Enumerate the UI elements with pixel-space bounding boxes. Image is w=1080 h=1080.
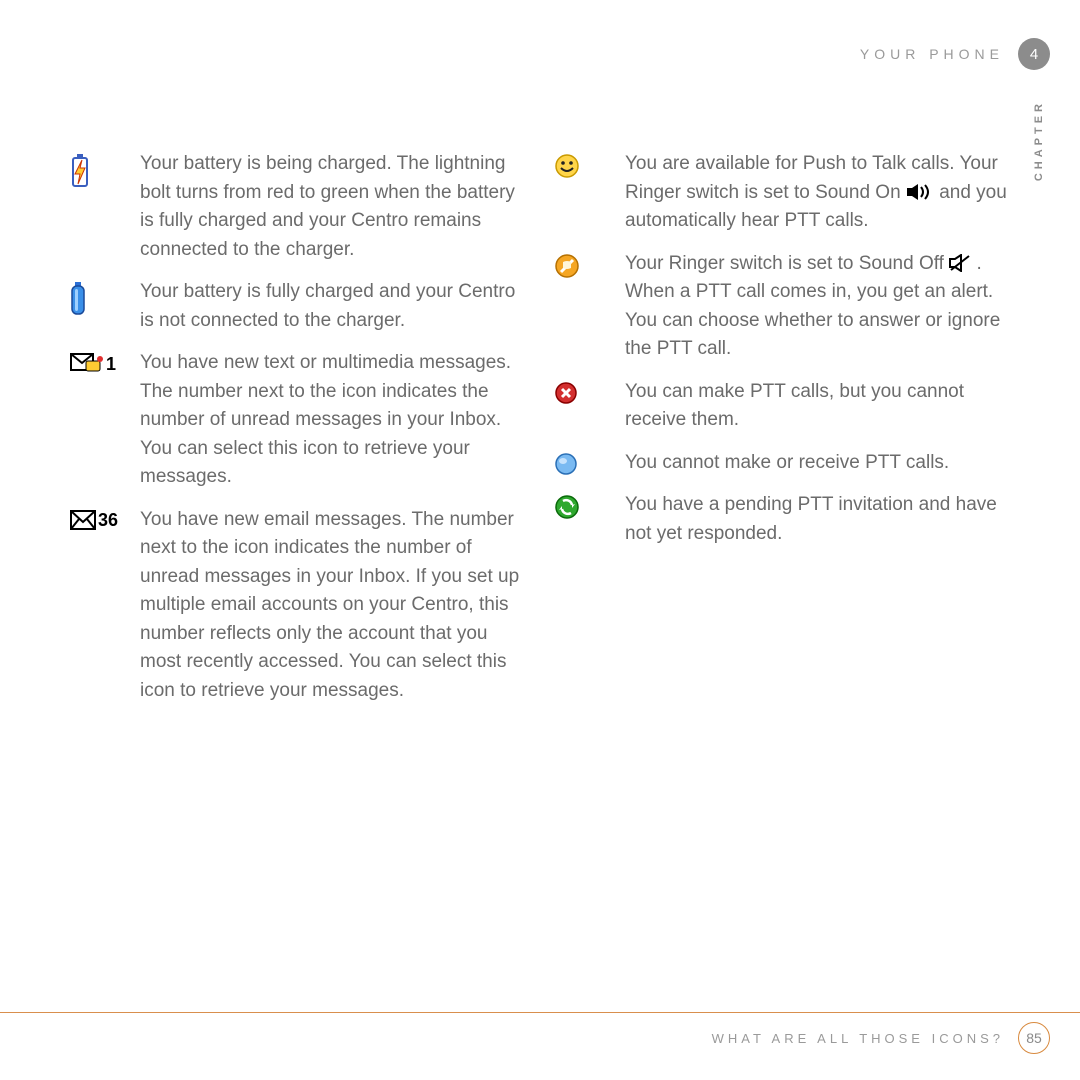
sound-off-icon <box>949 254 971 272</box>
list-item: You are available for Push to Talk calls… <box>555 150 1010 236</box>
description-text: You have a pending PTT invitation and ha… <box>625 491 1010 548</box>
section-title: YOUR PHONE <box>860 46 1004 62</box>
ptt-unavailable-icon <box>555 453 577 475</box>
icon-cell <box>70 150 140 188</box>
icon-cell <box>555 491 625 519</box>
content-area: Your battery is being charged. The light… <box>70 150 1010 719</box>
description-text: You are available for Push to Talk calls… <box>625 150 1010 236</box>
icon-cell <box>70 278 140 316</box>
battery-full-icon <box>70 282 86 316</box>
list-item: You have a pending PTT invitation and ha… <box>555 491 1010 548</box>
page-number: 85 <box>1026 1030 1042 1046</box>
footer-divider <box>0 1012 1080 1013</box>
list-item: 36 You have new email messages. The numb… <box>70 506 525 706</box>
icon-cell: 36 <box>70 506 140 531</box>
description-text: Your battery is being charged. The light… <box>140 150 525 264</box>
icon-cell <box>555 150 625 178</box>
right-column: You are available for Push to Talk calls… <box>555 150 1010 719</box>
page-number-badge: 85 <box>1018 1022 1050 1054</box>
icon-count-label: 36 <box>98 510 118 531</box>
ptt-invitation-icon <box>555 495 579 519</box>
description-text: You can make PTT calls, but you cannot r… <box>625 378 1010 435</box>
list-item: Your battery is being charged. The light… <box>70 150 525 264</box>
ptt-silent-icon <box>555 254 579 278</box>
description-text: You have new email messages. The number … <box>140 506 525 706</box>
chapter-side-label: CHAPTER <box>1033 100 1045 181</box>
icon-cell <box>555 378 625 404</box>
ptt-available-icon <box>555 154 579 178</box>
list-item: Your battery is fully charged and your C… <box>70 278 525 335</box>
ptt-dnd-icon <box>555 382 577 404</box>
text-part-1: Your Ringer switch is set to Sound Off <box>625 253 949 274</box>
icon-cell <box>555 449 625 475</box>
icon-count-label: 1 <box>106 354 116 375</box>
header: YOUR PHONE 4 <box>860 38 1050 70</box>
list-item: 1 You have new text or multimedia messag… <box>70 349 525 492</box>
description-text: Your battery is fully charged and your C… <box>140 278 525 335</box>
new-email-icon <box>70 510 96 530</box>
list-item: You cannot make or receive PTT calls. <box>555 449 1010 478</box>
new-message-icon <box>70 353 104 375</box>
left-column: Your battery is being charged. The light… <box>70 150 525 719</box>
description-text: You cannot make or receive PTT calls. <box>625 449 1010 478</box>
description-text: You have new text or multimedia messages… <box>140 349 525 492</box>
list-item: Your Ringer switch is set to Sound Off .… <box>555 250 1010 364</box>
description-text: Your Ringer switch is set to Sound Off .… <box>625 250 1010 364</box>
footer-subsection: WHAT ARE ALL THOSE ICONS? <box>712 1031 1004 1046</box>
chapter-number-badge: 4 <box>1018 38 1050 70</box>
icon-cell: 1 <box>70 349 140 375</box>
icon-cell <box>555 250 625 278</box>
chapter-number: 4 <box>1030 46 1038 63</box>
battery-charging-icon <box>70 154 90 188</box>
sound-on-icon <box>906 183 934 201</box>
footer: WHAT ARE ALL THOSE ICONS? 85 <box>712 1022 1050 1054</box>
list-item: You can make PTT calls, but you cannot r… <box>555 378 1010 435</box>
